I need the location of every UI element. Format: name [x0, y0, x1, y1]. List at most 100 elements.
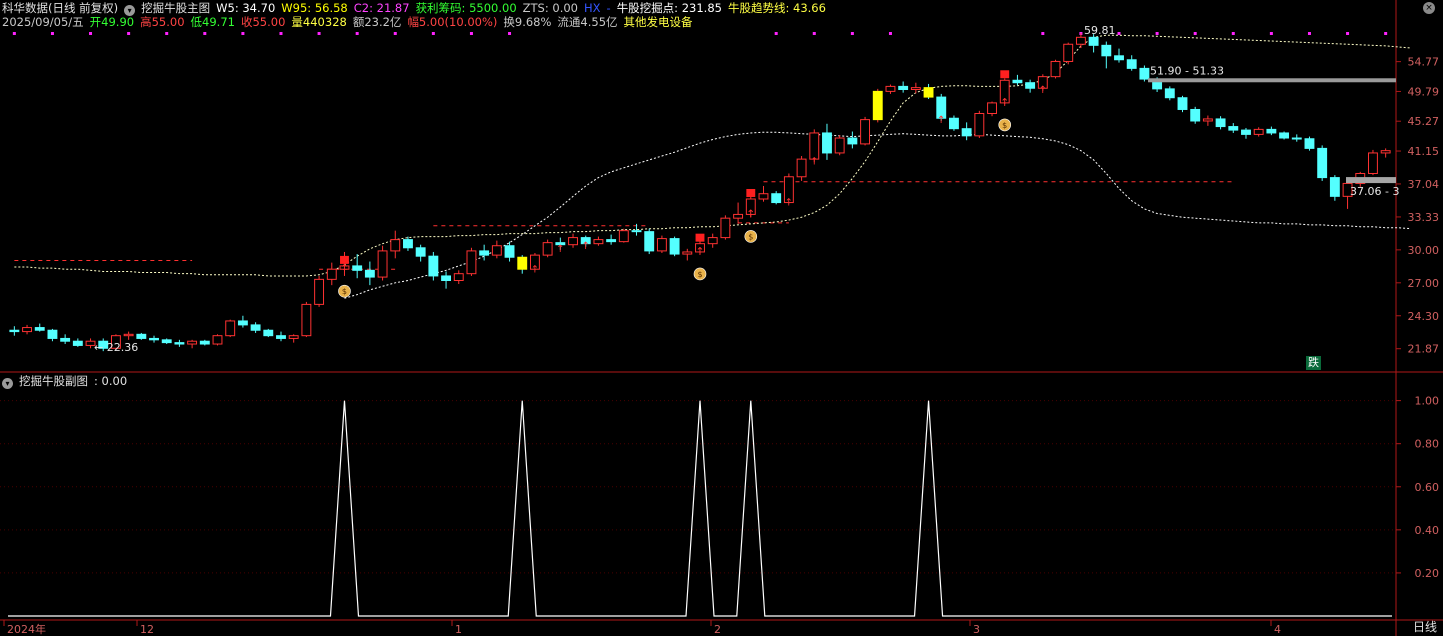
candle-body [720, 217, 731, 239]
candle-body [22, 327, 32, 333]
candle [1139, 65, 1150, 82]
candle [212, 334, 223, 346]
candle-body [377, 250, 388, 278]
candle [1025, 79, 1036, 93]
candle [288, 334, 299, 343]
y-tick-label: 54.77 [1408, 56, 1440, 69]
candle [1241, 127, 1251, 139]
candle-body [910, 87, 921, 91]
candle-body [796, 158, 807, 178]
candle-body [136, 333, 147, 339]
up-arrow-icon: ↑ [810, 156, 818, 167]
top-marker [469, 32, 473, 35]
candle-body [441, 275, 451, 282]
candle [1329, 175, 1340, 201]
top-marker [1384, 32, 1388, 35]
candle [415, 244, 426, 262]
candle [364, 261, 375, 286]
sub-y-tick-label: 1.00 [1415, 395, 1440, 408]
candle-body [949, 117, 959, 130]
money-bag-symbol-icon: $ [697, 270, 702, 279]
top-marker [12, 32, 16, 35]
period-mode-label[interactable]: 日线 [1413, 618, 1437, 635]
candle: ↑$ [998, 70, 1012, 132]
candle [1063, 42, 1074, 65]
candle [453, 270, 464, 284]
candle [1012, 74, 1023, 86]
top-marker [1346, 32, 1350, 35]
candle-body [517, 256, 528, 270]
candle [656, 235, 667, 254]
candle [974, 110, 985, 139]
signal-block [746, 188, 756, 197]
candle [1266, 126, 1277, 136]
y-tick-label: 45.27 [1408, 115, 1440, 128]
top-marker [508, 32, 512, 35]
candle [885, 84, 896, 94]
candle-body [860, 119, 871, 145]
candle-body [1279, 132, 1290, 139]
candle-body [491, 245, 502, 256]
signal-block [1000, 70, 1010, 79]
candle [923, 83, 934, 100]
candle [276, 331, 286, 342]
candle [301, 301, 312, 338]
candle-body [1075, 36, 1086, 45]
candle [758, 185, 769, 202]
top-marker [393, 32, 397, 35]
candle-body [1317, 147, 1328, 179]
candle-body [923, 87, 934, 98]
candle-body [1088, 36, 1099, 46]
candle-body [314, 278, 325, 305]
up-arrow-icon: ↑ [582, 241, 590, 252]
candle [352, 254, 363, 279]
candle-body [1101, 44, 1112, 57]
candle-body [771, 193, 782, 204]
top-marker [1269, 32, 1273, 35]
candle-body [1228, 126, 1239, 131]
candle-body [237, 320, 248, 326]
candle-body [1025, 82, 1036, 89]
candle [1279, 131, 1290, 140]
candle [1291, 134, 1302, 142]
candle-body [606, 239, 617, 243]
candle-body [276, 335, 286, 339]
money-bag-symbol-icon: $ [342, 287, 347, 296]
candle [1190, 106, 1201, 124]
candle [161, 338, 172, 345]
candle-body [872, 90, 883, 121]
candle: ↑$ [338, 251, 351, 298]
candle [682, 248, 693, 261]
y-tick-label: 24.30 [1408, 310, 1440, 323]
candle [707, 233, 718, 248]
candle-body [479, 250, 490, 256]
up-arrow-icon: ↑ [937, 115, 945, 126]
top-marker [127, 32, 131, 35]
x-tick-label: 1 [455, 623, 462, 636]
top-marker [812, 32, 816, 35]
candle [987, 101, 997, 117]
candle-body [1190, 108, 1201, 122]
candle [720, 215, 731, 240]
candle [1050, 59, 1061, 79]
candle-body [593, 239, 604, 245]
candle [771, 191, 782, 205]
trend-line-1 [344, 131, 1412, 299]
candle [199, 339, 210, 346]
top-marker [431, 32, 435, 35]
top-marker [1231, 32, 1235, 35]
candle [847, 131, 858, 149]
money-bag-symbol-icon: $ [1002, 121, 1007, 130]
candle-body [72, 340, 83, 346]
candle-body [1126, 59, 1137, 69]
candle [1380, 148, 1391, 158]
candle-body [974, 112, 985, 137]
candle-body [225, 320, 236, 337]
chart-area[interactable]: 54.77 49.79 45.27 41.15 37.04 33.33 30.00 27.00… [0, 0, 1443, 636]
up-arrow-icon: ↑ [1000, 96, 1009, 109]
top-marker [1307, 32, 1311, 35]
sub-y-tick-label: 0.80 [1415, 438, 1440, 451]
candle [9, 326, 20, 336]
candle [47, 328, 58, 342]
y-tick-label: 33.33 [1408, 211, 1440, 224]
